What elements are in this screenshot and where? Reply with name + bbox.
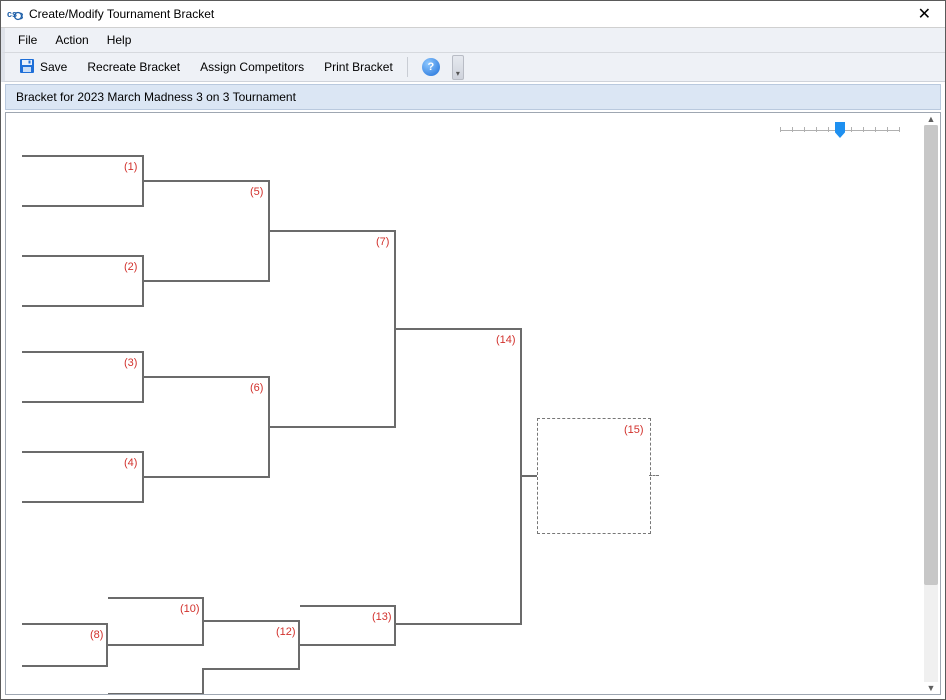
scroll-up-arrow[interactable]: ▲ <box>924 113 938 125</box>
bracket-line <box>22 623 108 625</box>
bracket-line <box>108 644 204 646</box>
scroll-down-arrow[interactable]: ▼ <box>924 682 938 694</box>
match-label-10: (10) <box>180 603 200 615</box>
menu-bar: File Action Help <box>1 28 945 53</box>
app-window: cs Create/Modify Tournament Bracket ✕ Fi… <box>0 0 946 700</box>
bracket-line <box>202 668 204 694</box>
match-label-12: (12) <box>276 626 296 638</box>
bracket-viewport: ▲ ▼ (1) (2) (3) (4) <box>5 112 941 695</box>
toolbar: Save Recreate Bracket Assign Competitors… <box>1 53 945 82</box>
bracket-line-dashed <box>649 475 659 476</box>
bracket-line <box>22 305 144 307</box>
menu-action[interactable]: Action <box>46 31 97 49</box>
bracket-line <box>270 426 396 428</box>
bracket-title: Bracket for 2023 March Madness 3 on 3 To… <box>16 90 296 104</box>
print-bracket-button[interactable]: Print Bracket <box>314 57 403 77</box>
bracket-line <box>144 376 270 378</box>
toolbar-separator <box>407 57 408 77</box>
bracket-line <box>108 693 204 694</box>
bracket-line <box>144 280 270 282</box>
match-label-14: (14) <box>496 334 516 346</box>
bracket-line <box>22 451 144 453</box>
bracket-line <box>22 501 144 503</box>
menu-help[interactable]: Help <box>98 31 141 49</box>
window-title: Create/Modify Tournament Bracket <box>29 7 910 21</box>
assign-competitors-button[interactable]: Assign Competitors <box>190 57 314 77</box>
bracket-line <box>522 475 537 477</box>
recreate-bracket-button[interactable]: Recreate Bracket <box>77 57 190 77</box>
app-icon: cs <box>7 6 23 22</box>
match-label-2: (2) <box>124 261 137 273</box>
bracket-line <box>22 665 108 667</box>
match-label-7: (7) <box>376 236 389 248</box>
bracket-title-bar: Bracket for 2023 March Madness 3 on 3 To… <box>5 84 941 110</box>
bracket-line <box>22 155 144 157</box>
close-button[interactable]: ✕ <box>910 4 939 24</box>
vertical-scrollbar[interactable]: ▲ ▼ <box>924 125 938 682</box>
help-button[interactable]: ? <box>412 55 450 79</box>
scroll-thumb[interactable] <box>924 125 938 585</box>
bracket-line <box>144 476 270 478</box>
menu-file[interactable]: File <box>9 31 46 49</box>
bracket-canvas[interactable]: (1) (2) (3) (4) (5) (6) <box>6 113 920 694</box>
toolbar-overflow[interactable]: ▾ <box>452 55 464 80</box>
save-icon <box>19 58 35 77</box>
match-label-6: (6) <box>250 382 263 394</box>
match-label-1: (1) <box>124 161 137 173</box>
recreate-bracket-label: Recreate Bracket <box>87 60 180 74</box>
match-label-13: (13) <box>372 611 392 623</box>
help-icon: ? <box>422 58 440 76</box>
match-label-3: (3) <box>124 357 137 369</box>
bracket-line <box>22 255 144 257</box>
bracket-line <box>396 623 522 625</box>
bracket-line <box>144 180 270 182</box>
save-button[interactable]: Save <box>9 55 77 80</box>
bracket-line <box>300 605 396 607</box>
match-label-4: (4) <box>124 457 137 469</box>
bracket-line <box>22 401 144 403</box>
title-bar: cs Create/Modify Tournament Bracket ✕ <box>1 1 945 28</box>
bracket-line <box>22 205 144 207</box>
bracket-line <box>270 230 396 232</box>
bracket-line <box>204 620 300 622</box>
bracket-line <box>300 644 396 646</box>
assign-competitors-label: Assign Competitors <box>200 60 304 74</box>
print-bracket-label: Print Bracket <box>324 60 393 74</box>
match-label-5: (5) <box>250 186 263 198</box>
match-label-8: (8) <box>90 629 103 641</box>
bracket-line <box>108 597 204 599</box>
bracket-line <box>22 351 144 353</box>
bracket-line <box>204 668 300 670</box>
bracket-line <box>396 328 522 330</box>
match-label-15: (15) <box>624 424 644 436</box>
save-label: Save <box>40 60 67 74</box>
bracket-line <box>394 605 396 646</box>
